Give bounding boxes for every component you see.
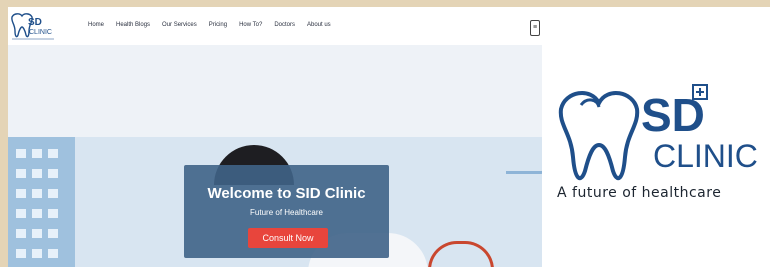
nav-health-blogs[interactable]: Health Blogs (116, 22, 150, 28)
svg-text:CLINIC: CLINIC (29, 29, 52, 36)
nav-home[interactable]: Home (88, 22, 104, 28)
consult-now-button[interactable]: Consult Now (248, 228, 328, 248)
brand-logo-large: SD CLINIC (558, 84, 758, 181)
brand-tagline: A future of healthcare (557, 185, 722, 201)
top-border (0, 0, 770, 7)
nav-pricing[interactable]: Pricing (209, 22, 227, 28)
hero-title: Welcome to SID Clinic (207, 185, 366, 202)
nav-doctors[interactable]: Doctors (274, 22, 295, 28)
hero-top-area (8, 45, 542, 137)
menu-icon[interactable]: ≡ (530, 20, 540, 36)
nav-our-services[interactable]: Our Services (162, 22, 197, 28)
svg-text:SD: SD (28, 17, 42, 28)
welcome-card: Welcome to SID Clinic Future of Healthca… (184, 165, 389, 258)
website-preview: SD CLINIC Home Health Blogs Our Services… (8, 7, 542, 267)
screenshot-frame: SD CLINIC Home Health Blogs Our Services… (0, 0, 770, 267)
svg-text:CLINIC: CLINIC (653, 138, 758, 174)
stethoscope-illustration (428, 241, 494, 267)
nav-links: Home Health Blogs Our Services Pricing H… (88, 22, 343, 28)
brand-logo-small[interactable]: SD CLINIC (8, 11, 58, 41)
decorative-arc (506, 137, 542, 174)
nav-about-us[interactable]: About us (307, 22, 331, 28)
navbar: SD CLINIC Home Health Blogs Our Services… (8, 7, 542, 45)
building-illustration (8, 137, 75, 267)
nav-how-to[interactable]: How To? (239, 22, 262, 28)
hero-subtitle: Future of Healthcare (250, 208, 323, 217)
brand-logo-panel: SD CLINIC A future of healthcare (542, 7, 770, 267)
left-border (0, 0, 8, 267)
